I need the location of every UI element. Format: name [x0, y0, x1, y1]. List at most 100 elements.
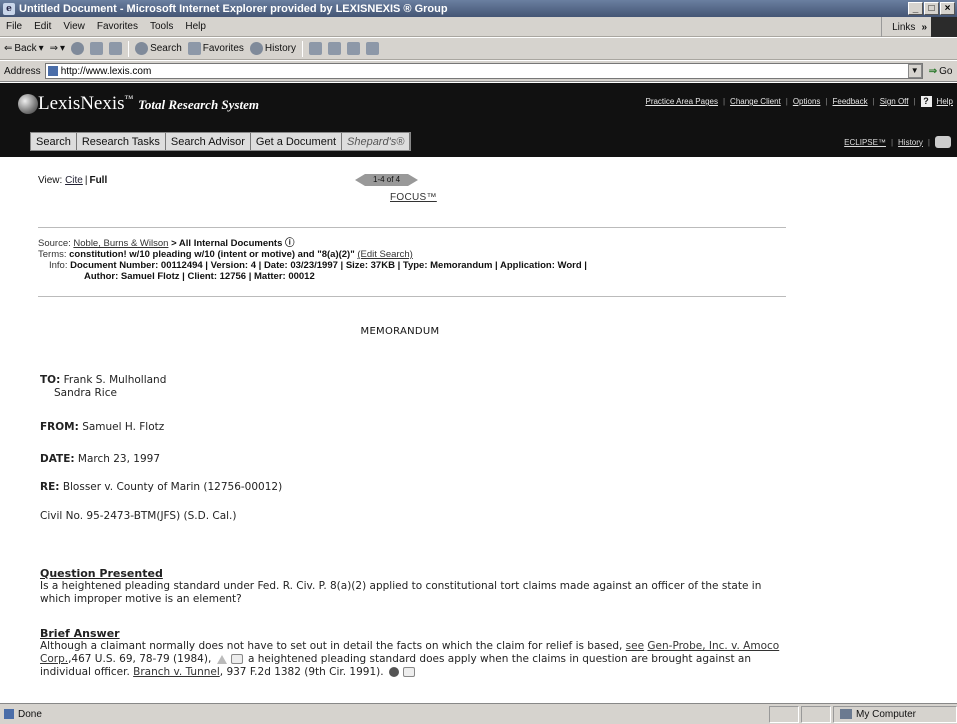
memo-heading: MEMORANDUM — [360, 326, 440, 337]
forward-button[interactable]: ⇒ ▾ — [50, 43, 65, 54]
link-help[interactable]: Help — [937, 97, 953, 106]
view-toggle: View: Cite | Full — [38, 175, 107, 186]
terms-row: Terms: constitution! w/10 pleading w/10 … — [38, 249, 798, 260]
positive-signal-icon[interactable] — [388, 667, 399, 677]
status-label: Done — [18, 708, 42, 720]
stop-icon[interactable] — [71, 42, 85, 55]
lexis-tabs: Search Research Tasks Search Advisor Get… — [30, 132, 412, 151]
link-sign-off[interactable]: Sign Off — [880, 97, 909, 106]
toolbar-separator — [302, 40, 304, 57]
menu-edit[interactable]: Edit — [34, 21, 51, 32]
citation-branch-v-tunnel: , 937 F.2d 1382 (9th Cir. 1991). — [219, 666, 384, 678]
print-icon[interactable] — [328, 42, 342, 55]
previous-document-arrow-icon[interactable] — [355, 174, 365, 186]
view-full-label: Full — [89, 175, 108, 186]
source-path: > All Internal Documents ⓘ — [168, 238, 295, 249]
minimize-button[interactable]: _ — [908, 2, 923, 15]
user-icon[interactable] — [935, 136, 951, 148]
help-icon[interactable]: ? — [920, 96, 932, 107]
close-button[interactable]: × — [940, 2, 955, 15]
status-pane — [800, 705, 831, 723]
see-signal-link[interactable]: see — [626, 640, 644, 652]
status-bar: Done My Computer — [0, 703, 957, 724]
next-document-arrow-icon[interactable] — [408, 174, 419, 186]
history-button[interactable]: History — [249, 42, 296, 55]
dropdown-arrow-icon[interactable]: ▾ — [39, 43, 44, 54]
brand-name: LexisNexis — [38, 93, 125, 114]
back-arrow-icon: ⇐ — [4, 43, 13, 54]
menu-file[interactable]: File — [6, 21, 22, 32]
tab-get-a-document[interactable]: Get a Document — [251, 133, 342, 150]
go-button[interactable]: ⇒ Go — [929, 66, 953, 77]
forward-arrow-icon: ⇒ — [49, 43, 59, 54]
address-field[interactable]: ▼ — [44, 63, 923, 79]
address-dropdown-icon[interactable]: ▼ — [907, 64, 922, 78]
menu-favorites[interactable]: Favorites — [97, 21, 138, 32]
maximize-button[interactable]: □ — [924, 2, 939, 15]
from-label: FROM: — [40, 421, 79, 433]
dropdown-arrow-icon[interactable]: ▾ — [60, 43, 65, 54]
ie-logo-icon: e — [3, 2, 15, 15]
links-bar: Links » — [881, 17, 957, 37]
link-history[interactable]: History — [898, 138, 923, 147]
lexis-right-links: ECLIPSE™ | History | — [844, 136, 951, 148]
mail-icon[interactable] — [309, 42, 323, 55]
focus-link[interactable]: FOCUS™ — [390, 192, 437, 203]
to-label: TO: — [40, 374, 61, 386]
lexisnexis-globe-logo — [18, 94, 38, 114]
link-separator: | — [913, 97, 916, 106]
tab-shepards[interactable]: Shepard's® — [342, 133, 411, 150]
link-separator: | — [722, 97, 726, 106]
to-name-1: Frank S. Mulholland — [63, 374, 167, 386]
link-change-client[interactable]: Change Client — [730, 97, 781, 106]
brief-answer-text: Although a claimant normally does not ha… — [40, 640, 785, 679]
menu-tools[interactable]: Tools — [150, 21, 173, 32]
address-bar: Address ▼ ⇒ Go — [0, 61, 957, 82]
case-link-branch-v-tunnel[interactable]: Branch v. Tunnel — [133, 666, 220, 678]
shepards-link-icon[interactable] — [402, 667, 415, 677]
menu-view[interactable]: View — [63, 21, 85, 32]
back-button[interactable]: ⇐ Back ▾ — [4, 43, 44, 54]
refresh-icon[interactable] — [90, 42, 104, 55]
view-cite-link[interactable]: Cite — [65, 175, 83, 186]
terms-label: Terms: — [38, 249, 67, 260]
citation-gen-probe: ,467 U.S. 69, 78-79 (1984), — [68, 653, 212, 665]
edit-search-link[interactable]: (Edit Search) — [357, 249, 412, 260]
back-label: Back — [14, 43, 37, 54]
computer-icon — [839, 709, 852, 719]
memo-to: TO: Frank S. Mulholland Sandra Rice — [40, 374, 166, 400]
home-icon[interactable] — [109, 42, 123, 55]
discuss-icon[interactable] — [366, 42, 380, 55]
date-value: March 23, 1997 — [77, 453, 161, 465]
zone-label: My Computer — [855, 708, 916, 720]
link-separator: | — [785, 97, 788, 106]
brand-tm: ™ — [124, 93, 134, 104]
links-button[interactable]: Links — [882, 22, 921, 33]
brand-subtitle: Total Research System — [138, 97, 259, 112]
info-row: Info: Document Number: 00112494 | Versio… — [38, 260, 798, 271]
status-text: Done — [0, 709, 42, 720]
favorites-icon — [187, 42, 201, 55]
view-label: View: — [38, 175, 63, 186]
info-label: Info: — [49, 260, 68, 271]
link-practice-area-pages[interactable]: Practice Area Pages — [645, 97, 717, 106]
link-eclipse[interactable]: ECLIPSE™ — [844, 138, 886, 147]
search-button[interactable]: Search — [135, 42, 182, 55]
tab-research-tasks[interactable]: Research Tasks — [77, 133, 166, 150]
tab-search-advisor[interactable]: Search Advisor — [166, 133, 251, 150]
link-feedback[interactable]: Feedback — [832, 97, 867, 106]
address-input[interactable] — [60, 65, 881, 77]
info-row-2: Author: Samuel Flotz | Client: 12756 | M… — [38, 271, 798, 282]
date-label: DATE: — [40, 453, 75, 465]
link-options[interactable]: Options — [793, 97, 821, 106]
favorites-button[interactable]: Favorites — [187, 42, 244, 55]
shepards-link-icon[interactable] — [230, 654, 243, 664]
links-chevron-icon[interactable]: » — [921, 22, 927, 33]
edit-icon[interactable] — [347, 42, 361, 55]
memo-from: FROM: Samuel H. Flotz — [40, 421, 164, 434]
menu-help[interactable]: Help — [185, 21, 206, 32]
go-label: Go — [939, 65, 953, 77]
caution-signal-icon[interactable] — [216, 654, 227, 664]
source-link[interactable]: Noble, Burns & Wilson — [73, 238, 168, 249]
tab-search[interactable]: Search — [31, 133, 77, 150]
